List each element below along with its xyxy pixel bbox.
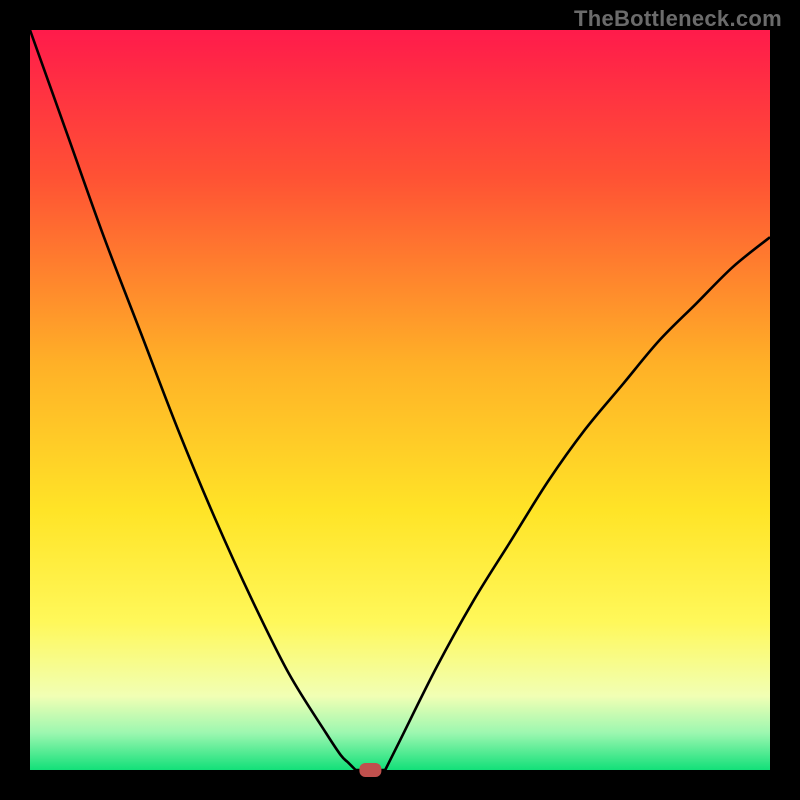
watermark-label: TheBottleneck.com [574,6,782,32]
chart-frame: TheBottleneck.com [0,0,800,800]
optimal-marker [359,763,381,777]
bottleneck-chart [0,0,800,800]
plot-background [30,30,770,770]
